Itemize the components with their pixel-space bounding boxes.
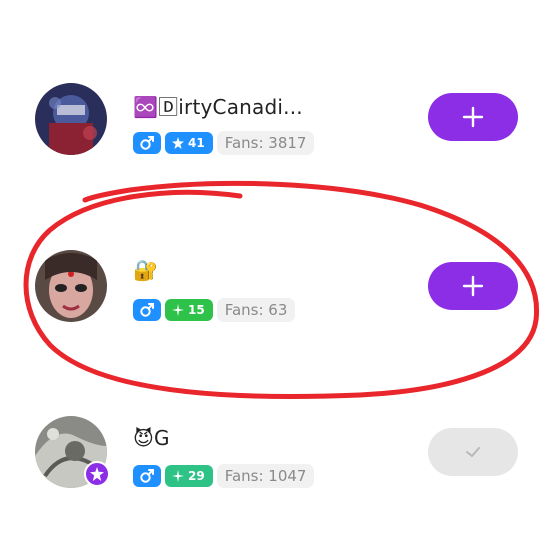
avatar[interactable] (35, 250, 107, 322)
followed-button[interactable] (428, 428, 518, 476)
male-icon (133, 299, 161, 321)
male-icon (133, 465, 161, 487)
avatar[interactable] (35, 83, 107, 155)
level-star-icon (172, 137, 184, 149)
level-badge: 29 (165, 465, 213, 487)
level-value: 29 (188, 469, 205, 483)
level-badge: 41 (165, 132, 213, 154)
user-row-2[interactable]: 🔐 15 Fans: 63 (0, 232, 540, 342)
vip-badge (84, 461, 110, 487)
male-icon (133, 132, 161, 154)
level-sparkle-icon (172, 470, 184, 482)
follow-button[interactable] (428, 262, 518, 310)
username: 😈G (133, 426, 170, 450)
username: 🔐 (133, 258, 159, 282)
fans-count: Fans: 1047 (216, 464, 315, 488)
username: ♾️🄳irtyCanadi... (133, 95, 303, 119)
user-row-1[interactable]: ♾️🄳irtyCanadi... 41 Fans: 3817 (0, 65, 540, 175)
follow-button[interactable] (428, 93, 518, 141)
level-badge: 15 (165, 299, 213, 321)
plus-icon (462, 275, 484, 297)
check-icon (466, 447, 480, 457)
level-value: 41 (188, 136, 205, 150)
level-value: 15 (188, 303, 205, 317)
star-icon (90, 467, 104, 481)
fans-count: Fans: 63 (216, 298, 296, 322)
level-sparkle-icon (172, 304, 184, 316)
user-row-3[interactable]: 😈G 29 Fans: 1047 (0, 400, 540, 510)
fans-count: Fans: 3817 (216, 131, 315, 155)
plus-icon (462, 106, 484, 128)
